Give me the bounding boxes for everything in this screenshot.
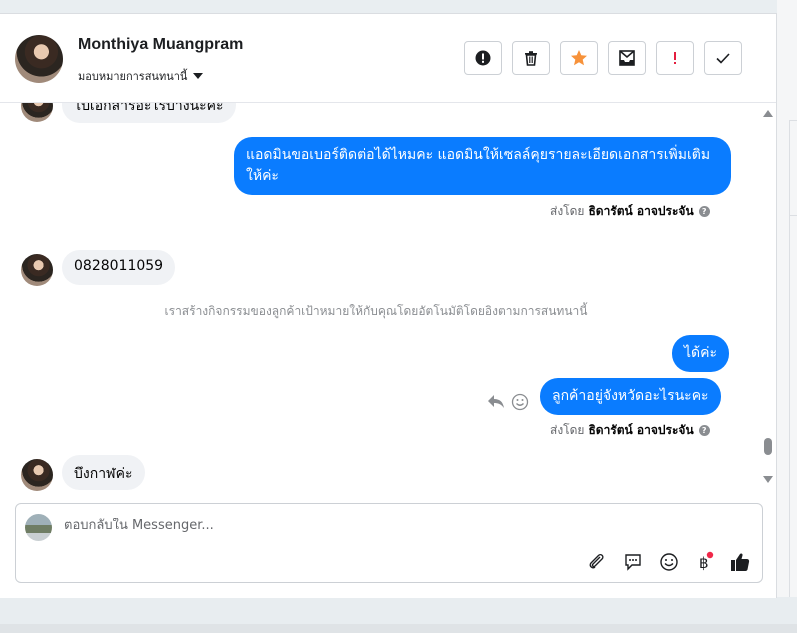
conversation-panel: Monthiya Muangpram มอบหมายการสนทนานี้ ไป… [0,13,777,598]
star-button[interactable] [560,41,598,75]
question-icon[interactable]: ? [698,206,710,217]
outgoing-message: ลูกค้าอยู่จังหวัดอะไรนะคะ [540,378,721,415]
sent-by-label: ส่งโดย ธิดารัตน์ อาจประจัน ? [550,202,710,221]
thumbs-up-icon[interactable] [728,550,752,574]
bottom-band [0,597,797,633]
outgoing-message: ได้ค่ะ [672,335,730,372]
envelope-icon [619,50,635,66]
react-emoji-icon[interactable] [511,393,529,411]
delete-button[interactable] [512,41,550,75]
sent-by-prefix: ส่งโดย [550,423,585,437]
mark-done-button[interactable] [704,41,742,75]
trash-icon [525,51,537,66]
scrollbar-thumb[interactable] [764,438,772,455]
paperclip-icon[interactable] [585,550,609,574]
sent-by-label: ส่งโดย ธิดารัตน์ อาจประจัน ? [550,421,710,440]
contact-message-avatar [21,459,53,491]
right-edge-tick [789,120,797,121]
svg-text:฿: ฿ [699,554,709,572]
right-edge-strip [777,0,797,600]
check-icon [716,53,730,64]
baht-payment-icon[interactable]: ฿ [693,550,717,574]
mark-unread-button[interactable] [608,41,646,75]
emoji-icon[interactable] [657,550,681,574]
alert-circle-icon [475,50,491,66]
contact-message-avatar [21,103,53,122]
reply-composer: ฿ [15,503,763,583]
system-note: เราสร้างกิจกรรมของลูกค้าเป้าหมายให้กับคุ… [164,304,588,318]
scroll-up-arrow[interactable] [763,110,773,117]
sender-name: ธิดารัตน์ อาจประจัน [588,204,694,218]
follow-up-button[interactable] [656,41,694,75]
bottom-band-inner [0,624,797,633]
page-avatar [25,514,52,541]
exclamation-icon [674,52,676,64]
scroll-down-arrow[interactable] [763,476,773,483]
caret-down-icon [193,73,204,79]
right-edge-tick [789,215,797,216]
reply-icon[interactable] [486,392,506,410]
incoming-message: ไปเอกสารอะไรบ้างนะคะ [62,103,236,123]
sent-by-prefix: ส่งโดย [550,204,585,218]
assign-label: มอบหมายการสนทนานี้ [78,70,188,83]
contact-name[interactable]: Monthiya Muangpram [78,36,243,54]
right-edge-line [789,120,790,600]
saved-reply-icon[interactable] [621,550,645,574]
contact-message-avatar [21,254,53,286]
outgoing-message: แอดมินขอเบอร์ติดต่อได้ไหมคะ แอดมินให้เซล… [234,137,731,195]
incoming-message: 0828011059 [62,250,176,285]
sender-name: ธิดารัตน์ อาจประจัน [588,423,694,437]
reply-input[interactable] [64,518,664,533]
conversation-header: Monthiya Muangpram มอบหมายการสนทนานี้ [0,14,776,103]
question-icon[interactable]: ? [698,425,710,436]
contact-avatar[interactable] [15,35,63,83]
incoming-message: บึงกาฬค่ะ [62,455,145,490]
message-list: ไปเอกสารอะไรบ้างนะคะ แอดมินขอเบอร์ติดต่อ… [0,103,760,498]
star-icon [571,50,587,66]
assign-conversation-dropdown[interactable]: มอบหมายการสนทนานี้ [78,67,204,85]
mark-spam-button[interactable] [464,41,502,75]
